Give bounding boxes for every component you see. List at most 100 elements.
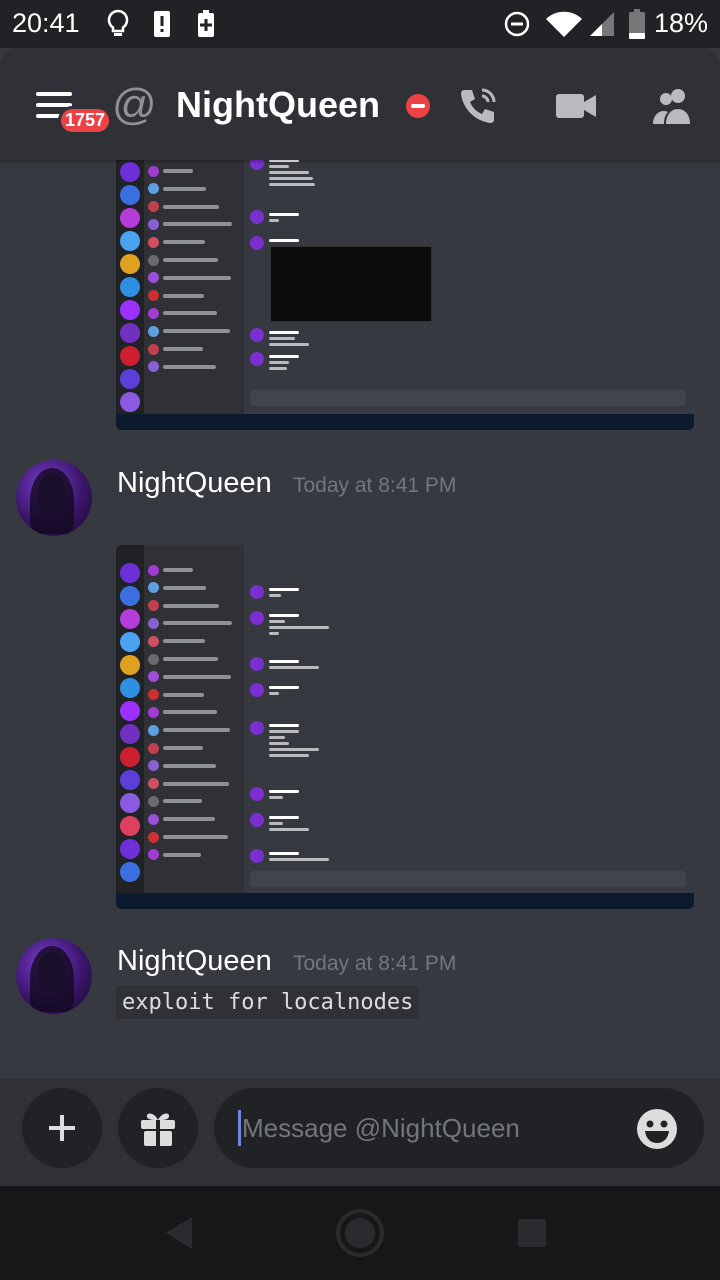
gift-icon	[141, 1113, 175, 1146]
chat-input-thumb	[250, 871, 686, 887]
server-icon	[120, 277, 140, 297]
message-author[interactable]: NightQueen	[117, 945, 272, 978]
server-icon	[120, 816, 140, 836]
status-bar: 20:41 18%	[0, 0, 720, 48]
message-input-wrapper[interactable]	[214, 1088, 704, 1168]
server-icon	[120, 632, 140, 652]
home-icon	[336, 1209, 384, 1257]
dnd-status-icon	[406, 94, 430, 118]
dm-list-item	[148, 688, 240, 702]
server-icon	[120, 770, 140, 790]
message-list[interactable]: NightQueen Today at 8:41 PM NightQueen T…	[0, 160, 720, 1078]
dm-list-item	[148, 581, 240, 595]
server-icon	[120, 231, 140, 251]
message-composer	[0, 1078, 720, 1186]
avatar[interactable]	[16, 460, 92, 536]
server-icon	[120, 586, 140, 606]
server-icon	[120, 563, 140, 583]
chat-input-thumb	[250, 390, 686, 406]
chat-message-thumb	[250, 787, 299, 801]
recents-button[interactable]	[502, 1208, 562, 1258]
dm-list-item	[148, 253, 240, 267]
recents-icon	[518, 1219, 546, 1247]
page-title[interactable]: NightQueen	[176, 84, 380, 126]
server-icon	[120, 839, 140, 859]
dm-list	[144, 160, 244, 414]
dm-list-item	[148, 777, 240, 791]
server-icon	[120, 655, 140, 675]
inline-code-message: exploit for localnodes	[116, 986, 420, 1019]
dm-list-item	[148, 670, 240, 684]
image-attachment[interactable]	[116, 545, 694, 909]
chat-message-thumb	[250, 585, 299, 599]
server-icon	[120, 747, 140, 767]
avatar[interactable]	[16, 938, 92, 1014]
video-icon[interactable]	[554, 84, 598, 128]
chat-message-thumb	[250, 657, 319, 671]
server-icon	[120, 208, 140, 228]
dnd-mode-icon	[503, 8, 531, 40]
dm-list-item	[148, 616, 240, 630]
server-icon	[120, 346, 140, 366]
chat-message-thumb	[250, 160, 315, 186]
dm-list-item	[148, 289, 240, 303]
dm-list-item	[148, 342, 240, 356]
wifi-icon	[544, 8, 584, 40]
taskbar	[116, 893, 694, 909]
channel-header: 1757 @ NightQueen	[0, 48, 720, 160]
gift-button[interactable]	[118, 1088, 198, 1168]
chat-message-thumb	[250, 683, 299, 697]
dm-list-item	[148, 759, 240, 773]
server-icon	[120, 300, 140, 320]
server-icon	[120, 254, 140, 274]
battery-percent: 18%	[653, 8, 708, 38]
dm-list-item	[148, 794, 240, 808]
message-author[interactable]: NightQueen	[117, 467, 272, 500]
members-icon[interactable]	[650, 84, 694, 128]
server-icon	[120, 793, 140, 813]
dm-list-item	[148, 360, 240, 374]
home-button[interactable]	[330, 1208, 390, 1258]
clock: 20:41	[12, 8, 80, 38]
chat-message-thumb	[250, 813, 309, 831]
dm-list-item	[148, 741, 240, 755]
server-icon	[120, 392, 140, 412]
server-icon	[120, 862, 140, 882]
dm-list-item	[148, 271, 240, 285]
back-icon	[166, 1217, 192, 1249]
message-timestamp: Today at 8:41 PM	[293, 952, 457, 975]
dm-list-item	[148, 599, 240, 613]
emoji-icon	[637, 1109, 677, 1149]
chat-pane	[244, 545, 694, 893]
add-attachment-button[interactable]	[22, 1088, 102, 1168]
dm-list-item	[148, 324, 240, 338]
server-icon	[120, 369, 140, 389]
signal-icon	[588, 8, 616, 40]
at-icon: @	[112, 80, 157, 129]
dm-list-item	[148, 812, 240, 826]
dm-list-item	[148, 164, 240, 178]
call-icon[interactable]	[456, 84, 500, 128]
server-icon	[120, 724, 140, 744]
image-attachment[interactable]	[116, 160, 694, 430]
message-timestamp: Today at 8:41 PM	[293, 474, 457, 497]
dm-list-item	[148, 723, 240, 737]
dm-list-item	[148, 634, 240, 648]
dm-list-item	[148, 652, 240, 666]
text-caret	[238, 1110, 241, 1146]
unread-badge: 1757	[58, 106, 113, 135]
back-button[interactable]	[150, 1208, 210, 1258]
battery-icon	[628, 8, 646, 40]
terminal-screenshot-thumb	[270, 246, 432, 322]
chat-message-thumb	[250, 352, 299, 370]
plus-icon	[49, 1115, 75, 1141]
menu-icon	[36, 92, 72, 96]
server-icon	[120, 678, 140, 698]
server-icon	[120, 323, 140, 343]
message-input[interactable]	[242, 1088, 622, 1168]
server-icon	[120, 162, 140, 182]
emoji-button[interactable]	[636, 1108, 678, 1150]
chat-message-thumb	[250, 611, 329, 635]
dm-list-item	[148, 200, 240, 214]
chat-message-thumb	[250, 721, 319, 757]
